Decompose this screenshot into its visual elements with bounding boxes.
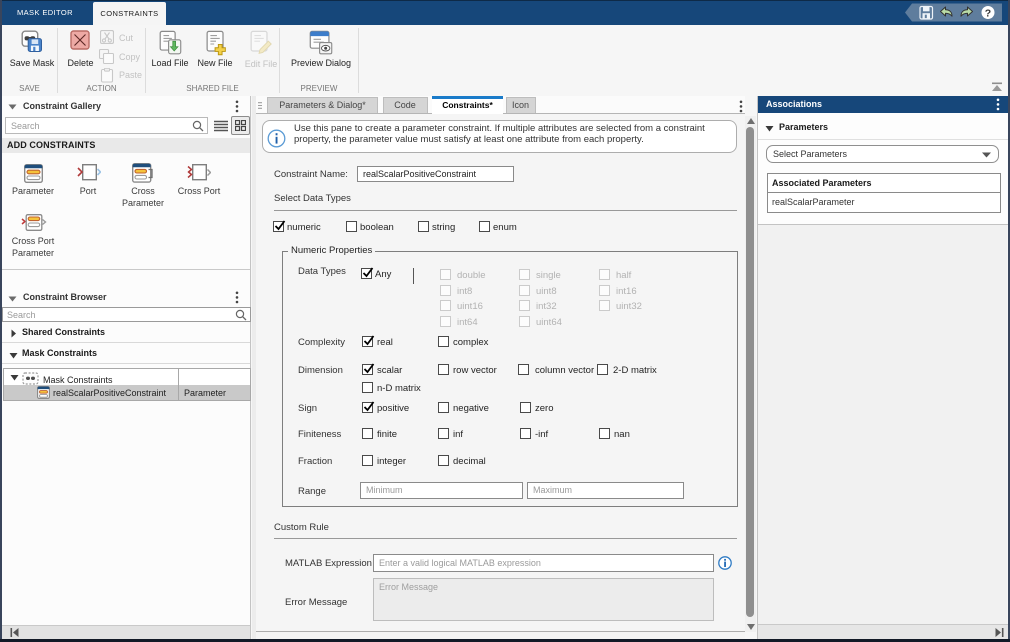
svg-text:?: ?	[985, 8, 991, 20]
